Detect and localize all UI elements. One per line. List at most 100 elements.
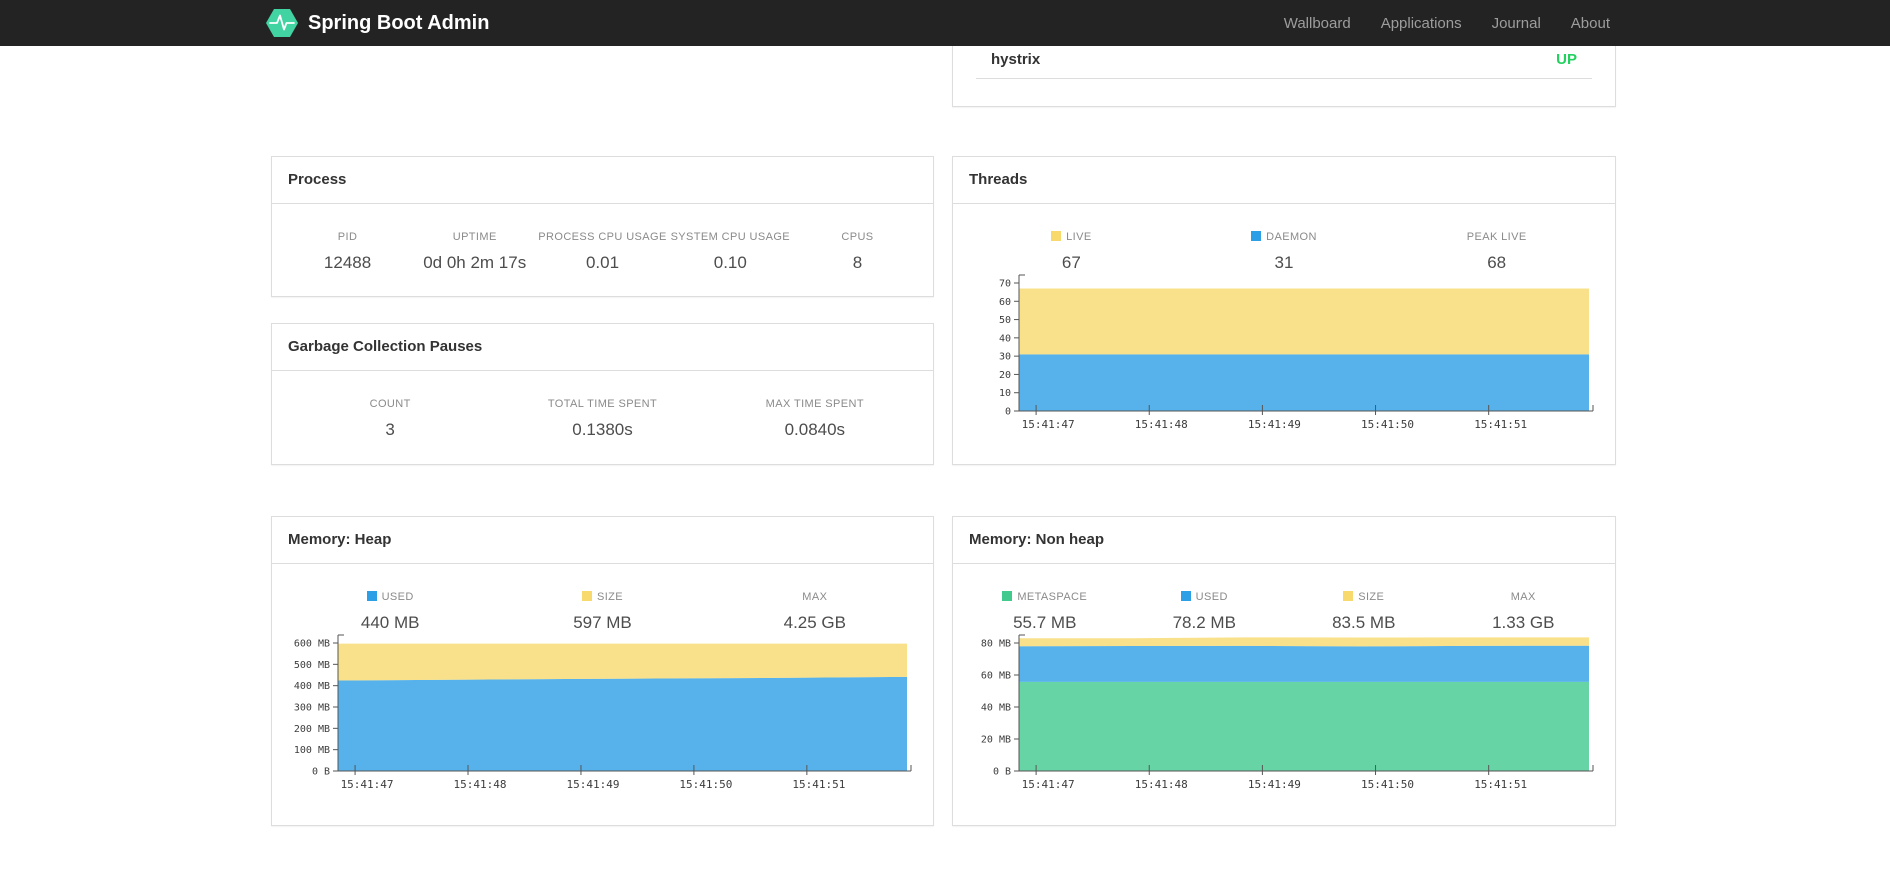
stat-count: COUNT 3 (284, 398, 496, 440)
stat-label: SIZE (1284, 591, 1444, 604)
x-tick-label: 15:41:48 (454, 778, 507, 791)
stat-size: SIZE 597 MB (496, 591, 708, 633)
stat-label: MAX (1510, 591, 1536, 603)
legend-swatch-icon (1251, 231, 1262, 241)
x-tick-label: 15:41:47 (1022, 778, 1075, 791)
brand-title: Spring Boot Admin (308, 11, 490, 34)
stat-label: PROCESS CPU USAGE (538, 231, 667, 243)
y-tick-label: 70 (999, 279, 1011, 290)
stat-total-time-spent: TOTAL TIME SPENT 0.1380s (496, 398, 708, 440)
memory-heap-panel-title: Memory: Heap (272, 517, 933, 564)
x-tick-label: 15:41:48 (1135, 418, 1188, 431)
health-application-name: hystrix (991, 51, 1041, 68)
y-tick-label: 600 MB (294, 639, 330, 650)
stat-label: UPTIME (452, 231, 497, 243)
area-series-used (338, 676, 907, 771)
x-tick-label: 15:41:47 (341, 778, 394, 791)
stat-process-cpu-usage: PROCESS CPU USAGE 0.01 (538, 231, 666, 273)
memory-heap-stats: USED 440 MB SIZE 597 MB MAX 4.25 GB (272, 564, 933, 633)
y-tick-label: 200 MB (294, 724, 330, 735)
health-panel: hystrix UP (952, 46, 1616, 107)
stat-value: 0.10 (713, 253, 747, 272)
stat-max: MAX 4.25 GB (709, 591, 921, 633)
stat-label: USED (1125, 591, 1285, 604)
stat-label: CPUS (841, 231, 874, 243)
stat-used: USED 440 MB (284, 591, 496, 633)
stat-label: DAEMON (1178, 231, 1391, 244)
process-panel: Process PID 12488 UPTIME 0d 0h 2m 17s PROCES… (271, 156, 934, 297)
y-tick-label: 20 MB (981, 735, 1011, 746)
y-tick-label: 500 MB (294, 660, 330, 671)
stat-peak-live: PEAK LIVE 68 (1390, 231, 1603, 273)
y-tick-label: 30 (999, 352, 1011, 363)
y-tick-label: 0 B (993, 767, 1011, 778)
area-series-size (338, 643, 907, 681)
area-series-metaspace (1019, 681, 1589, 771)
y-tick-label: 400 MB (294, 681, 330, 692)
health-row-hystrix[interactable]: hystrix UP (976, 46, 1592, 79)
brand[interactable]: Spring Boot Admin (265, 6, 489, 40)
stat-label: SYSTEM CPU USAGE (670, 231, 791, 243)
memory-heap-panel: Memory: Heap USED 440 MB SIZE 597 MB MAX 4.25… (271, 516, 934, 826)
y-tick-label: 0 B (312, 767, 330, 778)
y-tick-label: 300 MB (294, 703, 330, 714)
stat-value: 0.01 (585, 253, 620, 272)
x-tick-label: 15:41:49 (1248, 778, 1301, 791)
nav-item-wallboard[interactable]: Wallboard (1269, 15, 1366, 32)
stat-value: 0d 0h 2m 17s (423, 253, 527, 272)
memory-nonheap-panel-title: Memory: Non heap (953, 517, 1615, 564)
stat-value: 0.0840s (784, 420, 846, 439)
stat-value: 0.1380s (572, 420, 633, 439)
memory-nonheap-panel: Memory: Non heap METASPACE 55.7 MB USED 78.… (952, 516, 1616, 826)
stat-metaspace: METASPACE 55.7 MB (965, 591, 1125, 633)
stat-max-time-spent: MAX TIME SPENT 0.0840s (709, 398, 921, 440)
x-tick-label: 15:41:50 (1361, 778, 1414, 791)
stat-pid: PID 12488 (284, 231, 411, 273)
threads-chart: 0 10 20 30 40 50 60 70 15:41:47 15:41:48 15:41:49 1… (999, 274, 1594, 431)
y-tick-label: 0 (1005, 407, 1011, 418)
stat-label: LIVE (965, 231, 1178, 244)
y-tick-label: 40 MB (981, 703, 1011, 714)
stat-live: LIVE 67 (965, 231, 1178, 273)
legend-swatch-icon (1343, 591, 1354, 601)
nav-item-journal[interactable]: Journal (1477, 15, 1556, 32)
threads-panel: Threads LIVE 67 DAEMON 31 PEAK LIVE 68 0 10 20 3… (952, 156, 1616, 465)
stat-used: USED 78.2 MB (1125, 591, 1285, 633)
stat-value: 3 (385, 420, 395, 439)
x-tick-label: 15:41:50 (679, 778, 732, 791)
status-badge: UP (1556, 51, 1577, 68)
stat-cpus: CPUS 8 (794, 231, 921, 273)
area-series-live (1019, 288, 1589, 355)
nav-item-about[interactable]: About (1556, 15, 1625, 32)
y-tick-label: 10 (999, 388, 1011, 399)
process-stats: PID 12488 UPTIME 0d 0h 2m 17s PROCESS CPU US… (272, 204, 933, 273)
y-tick-label: 80 MB (981, 639, 1011, 650)
stat-label: MAX (802, 591, 828, 603)
nav-item-applications[interactable]: Applications (1366, 15, 1477, 32)
x-tick-label: 15:41:51 (1474, 778, 1527, 791)
nav-links: Wallboard Applications Journal About (1269, 15, 1625, 32)
memory-heap-chart: 0 B 100 MB 200 MB 300 MB 400 MB 500 MB 600 MB 1… (294, 634, 912, 791)
process-panel-title: Process (272, 157, 933, 204)
stat-label: METASPACE (965, 591, 1125, 604)
x-tick-label: 15:41:48 (1135, 778, 1188, 791)
threads-stats: LIVE 67 DAEMON 31 PEAK LIVE 68 (953, 204, 1615, 273)
area-series-daemon (1019, 354, 1589, 411)
gc-panel-title: Garbage Collection Pauses (272, 324, 933, 371)
memory-nonheap-chart: 0 B 20 MB 40 MB 60 MB 80 MB 15:41:47 15:41:48 1… (981, 634, 1594, 791)
stat-label: SIZE (496, 591, 708, 604)
area-series-used (1019, 645, 1589, 682)
y-tick-label: 60 MB (981, 671, 1011, 682)
x-tick-label: 15:41:49 (566, 778, 619, 791)
navbar-container: Spring Boot Admin Wallboard Applications J… (265, 0, 1625, 46)
stat-label: COUNT (369, 398, 411, 410)
x-tick-label: 15:41:51 (1474, 418, 1527, 431)
y-tick-label: 40 (999, 333, 1011, 344)
stat-label: PID (337, 231, 358, 243)
y-tick-label: 20 (999, 370, 1011, 381)
stat-size: SIZE 83.5 MB (1284, 591, 1444, 633)
stat-max: MAX 1.33 GB (1444, 591, 1604, 633)
legend-swatch-icon (1002, 591, 1013, 601)
legend-swatch-icon (366, 591, 377, 601)
y-tick-label: 60 (999, 297, 1011, 308)
